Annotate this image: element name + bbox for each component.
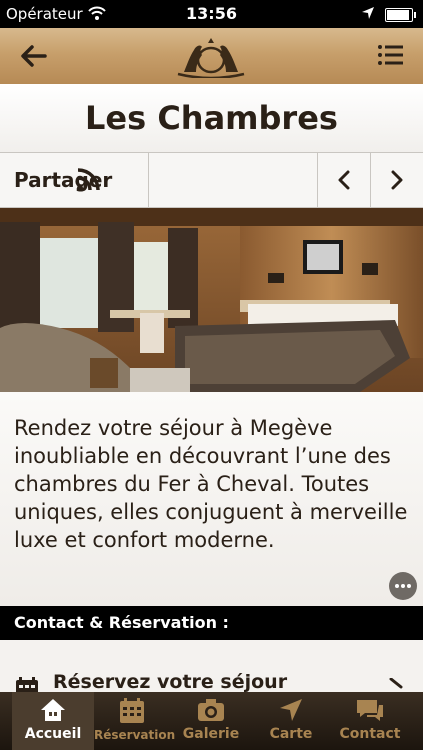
tab-galerie[interactable]: Galerie [172, 692, 250, 750]
battery-icon [385, 8, 416, 22]
tab-bar: Accueil Réservation Galerie Carte Contac… [0, 692, 423, 750]
previous-button[interactable] [317, 153, 371, 207]
tab-label: Réservation [94, 728, 176, 742]
rss-icon [77, 168, 100, 191]
booking-row[interactable]: Réservez votre séjour [0, 640, 423, 696]
tab-carte[interactable]: Carte [252, 692, 330, 750]
tab-label: Contact [339, 726, 401, 742]
booking-row-label: Réservez votre séjour [53, 671, 288, 693]
tab-label: Galerie [182, 726, 240, 742]
section-header: Contact & Réservation : [0, 606, 423, 640]
chevron-left-icon [338, 170, 350, 190]
list-menu-icon[interactable] [377, 43, 403, 67]
tab-contact[interactable]: Contact [330, 692, 410, 750]
location-arrow-icon [280, 699, 302, 721]
room-photo [0, 208, 423, 392]
room-description: Rendez votre séjour à Megève inoubliable… [14, 416, 408, 552]
chevron-right-icon [391, 170, 402, 190]
share-button[interactable]: Partager [0, 153, 149, 207]
next-button[interactable] [370, 153, 423, 207]
back-arrow-icon[interactable] [18, 42, 48, 70]
chat-icon [357, 700, 383, 721]
camera-icon [198, 699, 224, 721]
description-panel: Rendez votre séjour à Megève inoubliable… [0, 392, 423, 606]
calendar-icon [120, 698, 144, 723]
page-title: Les Chambres [0, 84, 423, 153]
tab-accueil[interactable]: Accueil [12, 692, 94, 750]
tab-reservation[interactable]: Réservation [94, 692, 176, 750]
tab-label: Carte [269, 726, 313, 742]
status-bar: Opérateur 13:56 [0, 0, 423, 28]
status-time: 13:56 [186, 4, 237, 23]
tab-label: Accueil [24, 726, 82, 742]
section-header-label: Contact & Réservation : [14, 613, 229, 632]
more-options-button[interactable] [389, 572, 417, 600]
share-toolbar: Partager [0, 153, 423, 208]
home-icon [41, 699, 65, 721]
horse-crest-logo-icon [177, 38, 245, 78]
location-services-icon [362, 7, 374, 19]
navigation-bar [0, 28, 423, 85]
